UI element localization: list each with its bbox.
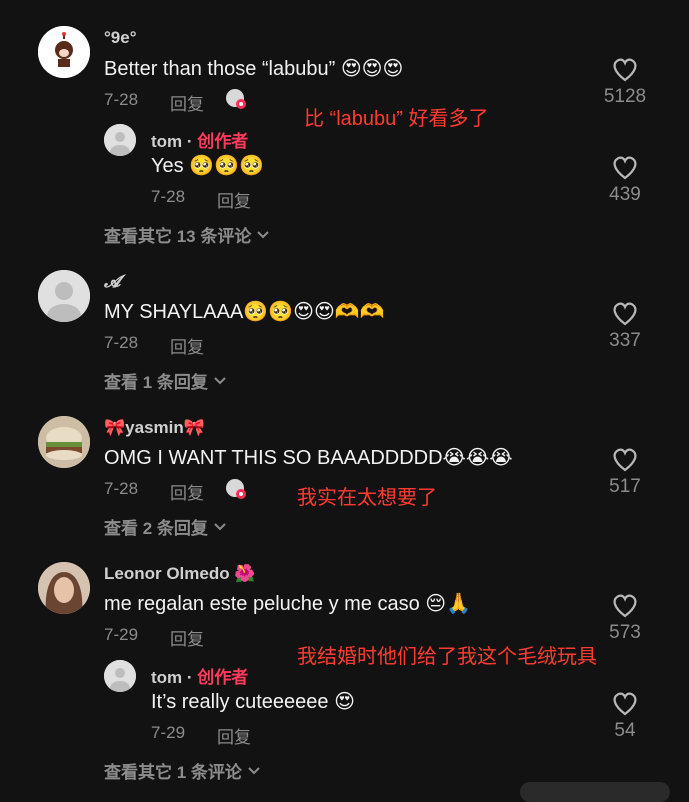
translation-annotation: 我结婚时他们给了我这个毛绒玩具 [297,646,597,668]
comment-date: 7-28 [104,333,139,352]
like-heart-icon[interactable] [611,446,639,477]
chevron-down-icon [248,766,260,774]
like-count: 517 [609,476,641,497]
view-more-label: 查看其它 1 条评论 [104,763,242,782]
reply-button[interactable]: 回复 [170,479,204,504]
reply-author[interactable]: tom · 创作者 [151,127,248,152]
view-replies-button[interactable]: 查看 2 条回复 [104,514,226,539]
username[interactable]: tom [151,132,182,151]
avatar[interactable] [38,270,90,322]
avatar[interactable] [104,660,136,692]
reply-date: 7-29 [151,723,186,742]
comment-input-bar[interactable] [520,782,670,802]
default-avatar-icon [104,660,136,692]
reply-author[interactable]: tom · 创作者 [151,663,248,688]
username[interactable]: tom [151,668,182,687]
view-replies-button[interactable]: 查看 1 条回复 [104,368,226,393]
burger-avatar-icon [38,416,90,468]
like-count: 54 [614,720,636,741]
like-heart-icon[interactable] [611,300,639,331]
sticker-reply-icon[interactable] [225,88,247,115]
reply-button[interactable]: 回复 [170,625,204,650]
creator-badge: 创作者 [197,132,249,151]
creator-badge: 创作者 [197,668,249,687]
view-more-label: 查看其它 13 条评论 [104,227,252,246]
default-avatar-icon [38,270,90,322]
comment-text: OMG I WANT THIS SO BAAADDDDD😭😭😭 [104,447,513,469]
comment-text: me regalan este peluche y me caso 😔🙏 [104,593,472,615]
separator-dot: · [182,132,198,151]
reply-text: Yes 🥺🥺🥺 [151,155,264,177]
chevron-down-icon [214,522,226,530]
reply-button[interactable]: 回复 [170,90,204,115]
username[interactable]: °9e° [104,28,137,48]
like-heart-icon[interactable] [611,592,639,623]
avatar[interactable] [38,416,90,468]
comment-text: MY SHAYLAAA🥺🥺😍😍🫶🫶 [104,301,385,323]
comment-date: 7-28 [104,479,139,498]
translation-annotation: 我实在太想要了 [297,487,437,509]
view-replies-label: 查看 1 条回复 [104,373,208,392]
comment-date: 7-28 [104,90,139,109]
profile-photo-avatar-icon [38,562,90,614]
view-more-button[interactable]: 查看其它 13 条评论 [104,222,270,247]
reply-button[interactable]: 回复 [170,333,204,358]
like-count: 5128 [603,86,647,107]
avatar[interactable] [104,124,136,156]
reply-date: 7-28 [151,187,186,206]
like-count: 573 [609,622,641,643]
doll-avatar-icon [38,26,90,78]
separator-dot: · [182,668,198,687]
reply-text: It’s really cuteeeeee 😍 [151,691,355,713]
reply-button[interactable]: 回复 [217,723,251,748]
reply-button[interactable]: 回复 [217,187,251,212]
default-avatar-icon [104,124,136,156]
view-more-button[interactable]: 查看其它 1 条评论 [104,758,260,783]
username[interactable]: Leonor Olmedo 🌺 [104,564,256,584]
avatar[interactable] [38,26,90,78]
like-count: 439 [609,184,641,205]
username[interactable]: 🎀yasmin🎀 [104,418,205,438]
like-count: 337 [609,330,641,351]
comment-text: Better than those “labubu” 😍😍😍 [104,58,404,80]
username[interactable]: 𝓐 [104,272,120,292]
chevron-down-icon [257,230,270,238]
like-heart-icon[interactable] [611,690,639,721]
view-replies-label: 查看 2 条回复 [104,519,208,538]
comment-date: 7-29 [104,625,139,644]
translation-annotation: 比 “labubu” 好看多了 [304,108,489,130]
chevron-down-icon [214,376,226,384]
avatar[interactable] [38,562,90,614]
like-heart-icon[interactable] [611,56,639,87]
like-heart-icon[interactable] [611,154,639,185]
sticker-reply-icon[interactable] [225,478,247,505]
